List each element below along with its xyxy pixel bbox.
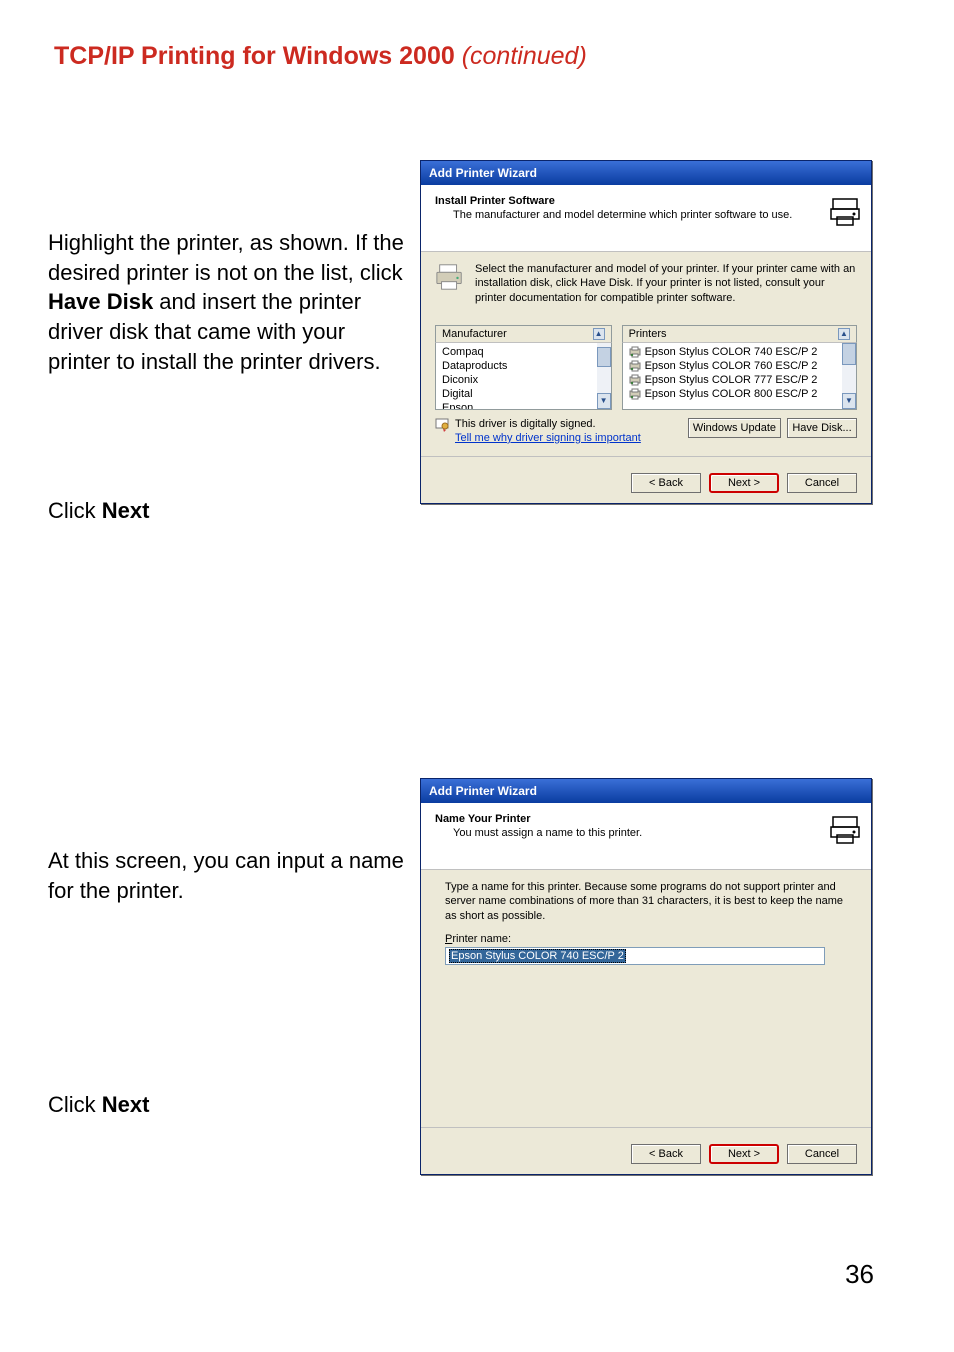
column-label: Manufacturer [442,328,507,340]
back-button[interactable]: < Back [631,1144,701,1164]
dialog-title: Add Printer Wizard [429,166,537,180]
scroll-up-icon[interactable]: ▲ [838,328,850,340]
scrollbar-thumb[interactable] [842,343,856,365]
printer-icon [829,195,861,232]
instruction-click-next-2: Click Next [48,1090,408,1120]
list-item[interactable]: Epson Stylus COLOR 760 ESC/P 2 [627,359,842,373]
instruction-click-next-1: Click Next [48,496,408,526]
text: Click [48,1092,102,1117]
dialog-instruction-text: Select the manufacturer and model of you… [475,262,857,305]
text: At this screen, you can input a name for… [48,848,404,903]
selected-printer: Epson Stylus COLOR 740 ESC/P 2 [645,346,818,358]
printer-icon [629,360,641,372]
list-item[interactable]: Diconix [440,373,597,387]
scrollbar[interactable]: ▼ [842,343,856,409]
dialog-header-subtitle: The manufacturer and model determine whi… [435,209,861,221]
next-bold: Next [102,498,150,523]
dialog-name-your-printer: Add Printer Wizard Name Your Printer You… [420,778,872,1175]
page-title-main: TCP/IP Printing for Windows 2000 [54,42,462,70]
item-label: Epson Stylus COLOR 777 ESC/P 2 [645,374,818,386]
scroll-down-icon[interactable]: ▼ [597,393,611,409]
scroll-up-icon[interactable]: ▲ [593,328,605,340]
instruction-paragraph-2: At this screen, you can input a name for… [48,846,408,905]
printer-name-input[interactable]: Epson Stylus COLOR 740 ESC/P 2 [445,947,825,965]
list-item[interactable]: Epson Stylus COLOR 740 ESC/P 2 [627,345,842,359]
item-label: Epson Stylus COLOR 800 ESC/P 2 [645,388,818,400]
separator [421,456,871,457]
text: Highlight the printer, as shown. If the … [48,230,404,285]
driver-buttons: Windows Update Have Disk... [688,418,857,438]
list-item[interactable]: Epson Stylus COLOR 800 ESC/P 2 [627,387,842,401]
printer-icon [629,388,641,400]
dialog-nav-buttons: < Back Next > Cancel [421,463,871,503]
dialog-titlebar: Add Printer Wizard [421,161,871,185]
scroll-down-icon[interactable]: ▼ [842,393,856,409]
input-value: Epson Stylus COLOR 740 ESC/P 2 [449,949,626,963]
dialog-header-title: Install Printer Software [435,195,861,207]
separator [421,1127,871,1128]
instruction-paragraph-1: Highlight the printer, as shown. If the … [48,228,408,376]
info-row: Select the manufacturer and model of you… [435,262,857,305]
dialog-header-subtitle: You must assign a name to this printer. [435,827,861,839]
list-item[interactable]: Dataproducts [440,359,597,373]
dialog-header-title: Name Your Printer [435,813,861,825]
list-item[interactable]: Epson Stylus COLOR 777 ESC/P 2 [627,373,842,387]
have-disk-bold: Have Disk [48,289,153,314]
driver-signed-info: This driver is digitally signed. Tell me… [435,418,641,444]
text: Click [48,498,102,523]
list-panes: Manufacturer ▲ Compaq Dataproducts Dicon… [435,325,857,410]
printer-icon [629,374,641,386]
page-title-continued: (continued) [462,42,587,70]
column-label: Printers [629,328,667,340]
dialog-title: Add Printer Wizard [429,784,537,798]
dialog-body: Type a name for this printer. Because so… [421,870,871,1134]
manufacturer-header[interactable]: Manufacturer ▲ [435,325,612,343]
page-number: 36 [845,1259,874,1290]
next-button[interactable]: Next > [709,473,779,493]
printer-name-label: Printer name: [445,933,847,945]
printer-icon [829,813,861,850]
have-disk-button[interactable]: Have Disk... [787,418,857,438]
hint-text: Type a name for this printer. Because so… [445,880,847,923]
list-item[interactable]: Compaq [440,345,597,359]
page-title: TCP/IP Printing for Windows 2000 (contin… [54,42,587,71]
dialog-header-band: Install Printer Software The manufacture… [421,185,871,252]
printers-column: Printers ▲ Epson Stylus COLOR 740 ESC/P … [622,325,857,410]
dialog-install-printer-software: Add Printer Wizard Install Printer Softw… [420,160,872,504]
dialog-nav-buttons: < Back Next > Cancel [421,1134,871,1174]
driver-signed-text: This driver is digitally signed. [455,418,596,430]
back-button[interactable]: < Back [631,473,701,493]
list-item[interactable]: Digital [440,387,597,401]
certificate-icon [435,418,449,432]
windows-update-button[interactable]: Windows Update [688,418,781,438]
scrollbar-thumb[interactable] [597,347,611,367]
manufacturer-column: Manufacturer ▲ Compaq Dataproducts Dicon… [435,325,612,410]
next-bold: Next [102,1092,150,1117]
dialog-titlebar: Add Printer Wizard [421,779,871,803]
cancel-button[interactable]: Cancel [787,1144,857,1164]
printer-icon [629,346,641,358]
scrollbar[interactable]: ▼ [597,343,611,409]
driver-info-row: This driver is digitally signed. Tell me… [435,418,857,444]
printer-icon [435,262,465,295]
driver-signing-link[interactable]: Tell me why driver signing is important [455,432,641,444]
list-item[interactable]: Epson [440,401,597,410]
dialog-body: Select the manufacturer and model of you… [421,252,871,463]
printers-list[interactable]: Epson Stylus COLOR 740 ESC/P 2 Epson Sty… [622,343,857,410]
next-button[interactable]: Next > [709,1144,779,1164]
manufacturer-list[interactable]: Compaq Dataproducts Diconix Digital Epso… [435,343,612,410]
label-rest: rinter name: [452,933,511,945]
cancel-button[interactable]: Cancel [787,473,857,493]
dialog-header-band: Name Your Printer You must assign a name… [421,803,871,870]
printers-header[interactable]: Printers ▲ [622,325,857,343]
item-label: Epson Stylus COLOR 760 ESC/P 2 [645,360,818,372]
